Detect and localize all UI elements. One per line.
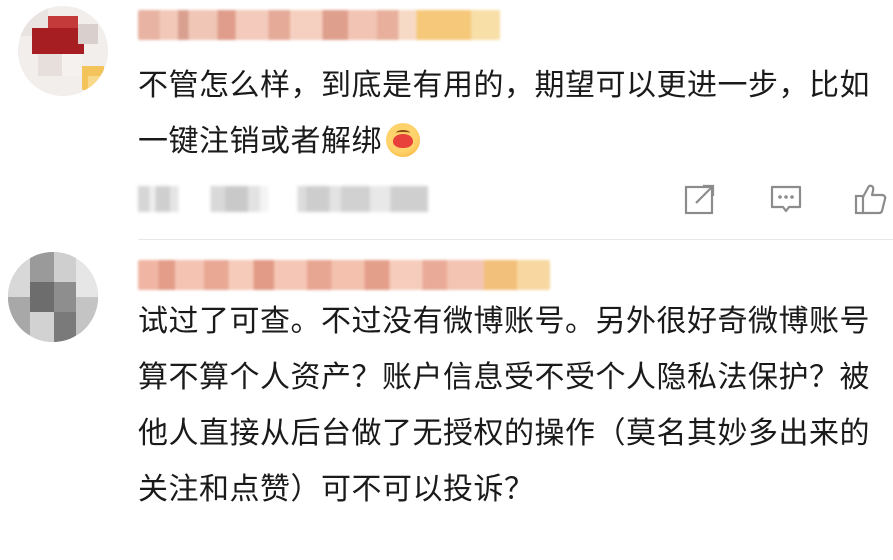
comment-item: 试过了可查。不过没有微博账号。另外很好奇微博账号算不算个人资产？账户信息受不受个…: [0, 240, 893, 560]
avatar[interactable]: [18, 6, 108, 96]
like-thumb-icon: [854, 184, 887, 215]
comment-text: 不管怎么样，到底是有用的，期望可以更进一步，比如一键注销或者解绑: [138, 58, 878, 170]
comment-text: 试过了可查。不过没有微博账号。另外很好奇微博账号算不算个人资产？账户信息受不受个…: [138, 304, 870, 507]
username-blurred[interactable]: [138, 10, 500, 40]
comment-meta-blurred: [138, 186, 428, 212]
like-button[interactable]: [852, 180, 890, 218]
username-blurred[interactable]: [138, 260, 550, 290]
share-icon: [684, 183, 716, 215]
reply-button[interactable]: [767, 180, 805, 218]
comment-item: 不管怎么样，到底是有用的，期望可以更进一步，比如一键注销或者解绑: [0, 0, 893, 240]
avatar[interactable]: [8, 252, 98, 342]
comment-icon: [770, 185, 802, 213]
share-button[interactable]: [681, 180, 719, 218]
kiss-face-emoji-icon: [386, 123, 420, 157]
comment-text-content: 不管怎么样，到底是有用的，期望可以更进一步，比如一键注销或者解绑: [138, 68, 870, 159]
